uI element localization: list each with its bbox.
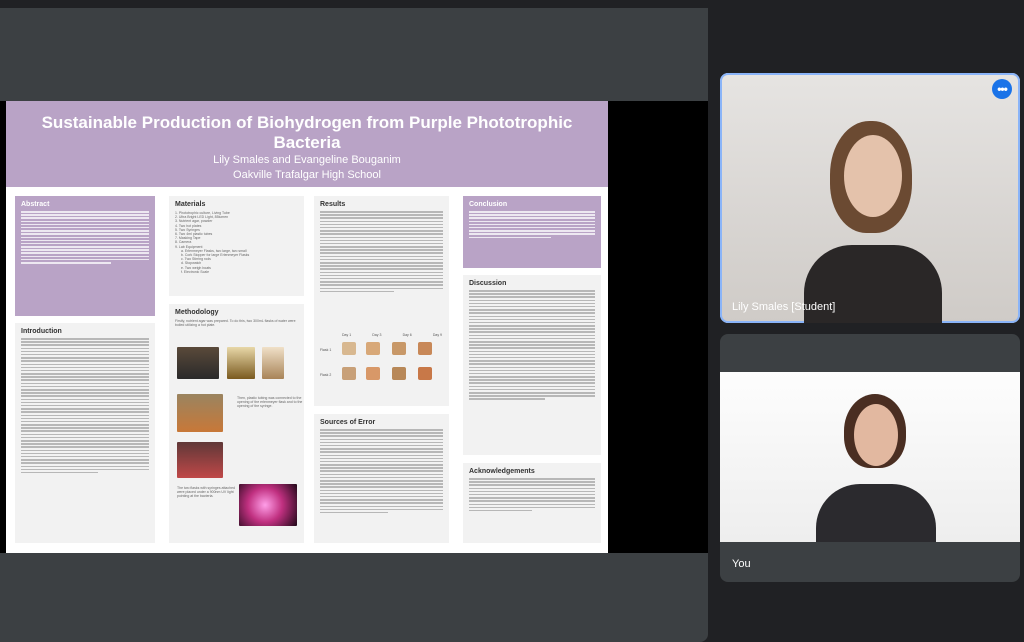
methodology-intro: Firstly, nutrient agar was prepared. To … <box>175 319 296 328</box>
results-text <box>320 211 443 293</box>
abstract-text <box>21 211 149 264</box>
result-photo <box>392 342 406 355</box>
introduction-text <box>21 338 149 474</box>
methodology-photo <box>262 347 284 379</box>
poster-school: Oakville Trafalgar High School <box>233 169 381 181</box>
methodology-heading: Methodology <box>175 309 219 316</box>
flask-2-label: Flask 2 <box>320 373 332 377</box>
poster: Sustainable Production of Biohydrogen fr… <box>6 101 608 553</box>
more-options-icon[interactable]: ••• <box>992 79 1012 99</box>
poster-title: Sustainable Production of Biohydrogen fr… <box>41 113 573 152</box>
flask-1-label: Flask 1 <box>320 348 332 352</box>
day-header: Day 1 <box>342 333 352 337</box>
self-shirt <box>816 484 936 542</box>
result-photo <box>366 367 380 380</box>
methodology-photo <box>177 347 219 379</box>
results-table-header: Day 1 Day 3 Day 6 Day 9 <box>342 333 442 337</box>
participant-face <box>844 135 902 217</box>
sources-of-error-panel: Sources of Error <box>314 414 449 543</box>
self-face <box>854 404 898 466</box>
materials-list: 1. Phototrophic culture, Living Tube 2. … <box>175 211 298 274</box>
materials-item: f. Electronic Scale <box>181 269 210 274</box>
discussion-text <box>469 290 595 400</box>
introduction-panel: Introduction <box>15 323 155 543</box>
methodology-end-text: The two flasks with syringes attached we… <box>177 486 235 499</box>
abstract-panel: Abstract <box>15 196 155 316</box>
result-photo <box>366 342 380 355</box>
sources-of-error-text <box>320 429 443 514</box>
methodology-photo <box>177 442 223 478</box>
participant-tile-you[interactable]: You <box>720 334 1020 582</box>
uv-light-photo <box>239 484 297 526</box>
result-photo <box>392 367 406 380</box>
materials-heading: Materials <box>175 201 206 208</box>
poster-authors: Lily Smales and Evangeline Bouganim <box>213 154 401 166</box>
presentation-stage: Sustainable Production of Biohydrogen fr… <box>0 0 708 642</box>
day-header: Day 3 <box>372 333 382 337</box>
sources-of-error-heading: Sources of Error <box>320 419 376 426</box>
result-photo <box>418 342 432 355</box>
day-header: Day 6 <box>402 333 412 337</box>
materials-panel: Materials 1. Phototrophic culture, Livin… <box>169 196 304 296</box>
methodology-photo <box>227 347 255 379</box>
results-panel: Results Day 1 Day 3 Day 6 Day 9 Flask 1 … <box>314 196 449 406</box>
acknowledgements-panel: Acknowledgements <box>463 463 601 543</box>
participant-name: Lily Smales [Student] <box>732 301 836 313</box>
methodology-panel: Methodology Firstly, nutrient agar was p… <box>169 304 304 543</box>
conclusion-panel: Conclusion <box>463 196 601 268</box>
acknowledgements-heading: Acknowledgements <box>469 468 535 475</box>
result-photo <box>342 367 356 380</box>
poster-header: Sustainable Production of Biohydrogen fr… <box>6 101 608 187</box>
methodology-mid-text: Then, plastic tubing was connected to th… <box>237 396 303 409</box>
result-photo <box>418 367 432 380</box>
abstract-heading: Abstract <box>21 201 50 208</box>
self-video <box>720 372 1020 542</box>
result-photo <box>342 342 356 355</box>
discussion-heading: Discussion <box>469 280 507 287</box>
results-heading: Results <box>320 201 346 208</box>
acknowledgements-text <box>469 478 595 512</box>
participant-name: You <box>732 558 751 570</box>
conclusion-text <box>469 211 595 238</box>
introduction-heading: Introduction <box>21 328 62 335</box>
methodology-photo <box>177 394 223 432</box>
discussion-panel: Discussion <box>463 275 601 455</box>
stage-top-strip <box>0 0 708 8</box>
conclusion-heading: Conclusion <box>469 201 508 208</box>
participant-tile-lily[interactable]: ••• Lily Smales [Student] <box>720 73 1020 323</box>
day-header: Day 9 <box>432 333 442 337</box>
